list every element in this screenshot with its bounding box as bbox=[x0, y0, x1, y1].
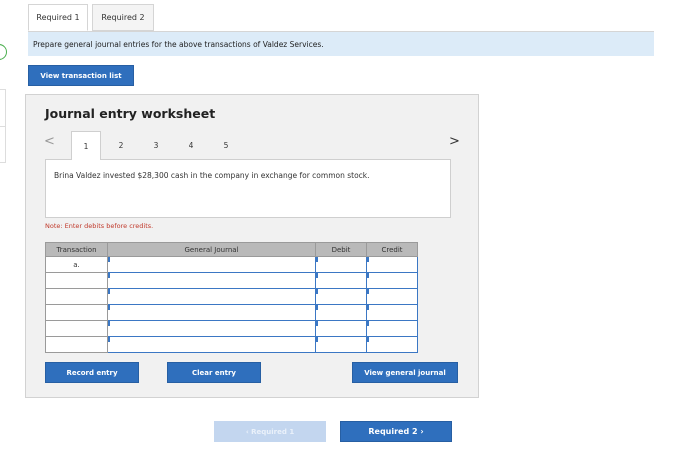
debit-input[interactable] bbox=[315, 288, 367, 305]
prev-required-button[interactable]: ‹ Required 1 bbox=[214, 421, 326, 442]
table-row bbox=[45, 336, 418, 353]
step-2[interactable]: 2 bbox=[106, 131, 136, 159]
table-row bbox=[45, 272, 418, 289]
table-row bbox=[45, 320, 418, 337]
debit-input[interactable] bbox=[315, 256, 367, 273]
account-input[interactable] bbox=[107, 320, 316, 337]
prev-step-arrow-icon[interactable]: < bbox=[44, 134, 55, 149]
transaction-description-text: Brina Valdez invested $28,300 cash in th… bbox=[54, 171, 370, 180]
transaction-description: Brina Valdez invested $28,300 cash in th… bbox=[45, 159, 451, 218]
debit-credit-note: Note: Enter debits before credits. bbox=[45, 222, 154, 230]
step-1[interactable]: 1 bbox=[71, 131, 101, 160]
account-input[interactable] bbox=[107, 288, 316, 305]
transaction-cell bbox=[45, 336, 108, 353]
partial-status-icon bbox=[0, 44, 7, 60]
transaction-cell bbox=[45, 272, 108, 289]
col-header-general-journal: General Journal bbox=[107, 242, 316, 257]
account-input[interactable] bbox=[107, 272, 316, 289]
tab-required-2[interactable]: Required 2 bbox=[92, 4, 154, 31]
debit-input[interactable] bbox=[315, 320, 367, 337]
transaction-cell bbox=[45, 304, 108, 321]
table-header-row: Transaction General Journal Debit Credit bbox=[45, 242, 418, 257]
account-input[interactable] bbox=[107, 336, 316, 353]
step-4[interactable]: 4 bbox=[176, 131, 206, 159]
table-row bbox=[45, 288, 418, 305]
instruction-text: Prepare general journal entries for the … bbox=[33, 39, 324, 49]
credit-input[interactable] bbox=[366, 272, 418, 289]
account-input[interactable] bbox=[107, 256, 316, 273]
debit-input[interactable] bbox=[315, 304, 367, 321]
col-header-transaction: Transaction bbox=[45, 242, 108, 257]
col-header-debit: Debit bbox=[315, 242, 367, 257]
record-entry-button[interactable]: Record entry bbox=[45, 362, 139, 383]
transaction-cell bbox=[45, 320, 108, 337]
table-row bbox=[45, 304, 418, 321]
credit-input[interactable] bbox=[366, 320, 418, 337]
credit-input[interactable] bbox=[366, 288, 418, 305]
step-5[interactable]: 5 bbox=[211, 131, 241, 159]
next-required-button[interactable]: Required 2 › bbox=[340, 421, 452, 442]
clear-entry-button[interactable]: Clear entry bbox=[167, 362, 261, 383]
credit-input[interactable] bbox=[366, 336, 418, 353]
journal-entry-table: Transaction General Journal Debit Credit… bbox=[45, 242, 418, 353]
transaction-cell: a. bbox=[45, 256, 108, 273]
table-row: a. bbox=[45, 256, 418, 273]
account-input[interactable] bbox=[107, 304, 316, 321]
credit-input[interactable] bbox=[366, 256, 418, 273]
col-header-credit: Credit bbox=[366, 242, 418, 257]
worksheet-title: Journal entry worksheet bbox=[45, 106, 216, 121]
step-3[interactable]: 3 bbox=[141, 131, 171, 159]
view-transaction-list-button[interactable]: View transaction list bbox=[28, 65, 134, 86]
transaction-cell bbox=[45, 288, 108, 305]
view-general-journal-button[interactable]: View general journal bbox=[352, 362, 458, 383]
partial-side-divider bbox=[0, 126, 6, 127]
next-step-arrow-icon[interactable]: > bbox=[449, 134, 460, 149]
credit-input[interactable] bbox=[366, 304, 418, 321]
tab-required-1[interactable]: Required 1 bbox=[28, 4, 88, 31]
debit-input[interactable] bbox=[315, 272, 367, 289]
debit-input[interactable] bbox=[315, 336, 367, 353]
instruction-bar: Prepare general journal entries for the … bbox=[28, 31, 654, 56]
